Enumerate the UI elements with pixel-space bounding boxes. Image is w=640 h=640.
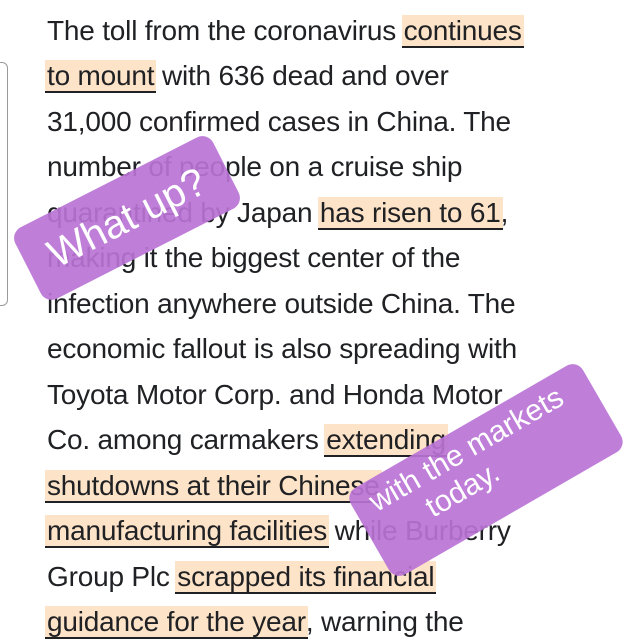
highlighted-link[interactable]: guidance for the year (45, 606, 308, 639)
article-line: guidance for the year, warning the (45, 605, 464, 639)
article-line: 31,000 confirmed cases in China. The (47, 105, 511, 139)
highlighted-link[interactable]: continues (401, 15, 524, 48)
article-line: shutdowns at their Chinese (45, 469, 382, 503)
article-text-span: Co. among carmakers (47, 424, 327, 455)
edge-panel-handle[interactable] (0, 62, 8, 306)
highlighted-link[interactable]: manufacturing facilities (45, 515, 329, 548)
article-line: infection anywhere outside China. The (47, 287, 516, 321)
article-line: Toyota Motor Corp. and Honda Motor (47, 378, 503, 412)
article-line: number of people on a cruise ship (47, 150, 462, 184)
highlighted-link[interactable]: to mount (45, 60, 157, 93)
article-text-span: The toll from the coronavirus (47, 15, 404, 46)
article-line: to mount with 636 dead and over (45, 59, 449, 93)
article-line: Co. among carmakers extending (47, 423, 448, 457)
article-text-span: Toyota Motor Corp. and Honda Motor (47, 379, 503, 410)
article-text-span: 31,000 confirmed cases in China. The (47, 106, 511, 137)
article-text-span: , (500, 197, 509, 228)
highlighted-link[interactable]: shutdowns at their Chinese (45, 470, 382, 503)
article-line: Group Plc scrapped its financial (47, 560, 437, 594)
article-line: The toll from the coronavirus continues (47, 14, 524, 48)
article-text-span: economic fallout is also spreading with (47, 333, 518, 364)
article-text-span: number of people on a cruise ship (47, 151, 463, 182)
article-line: economic fallout is also spreading with (47, 332, 517, 366)
article-text-span: infection anywhere outside China. The (47, 288, 516, 319)
article-text-span: Group Plc (47, 561, 178, 592)
highlighted-link[interactable]: has risen to 61 (317, 197, 503, 230)
article-text-span: with 636 dead and over (154, 60, 449, 91)
article-text-span: , warning the (305, 606, 464, 637)
